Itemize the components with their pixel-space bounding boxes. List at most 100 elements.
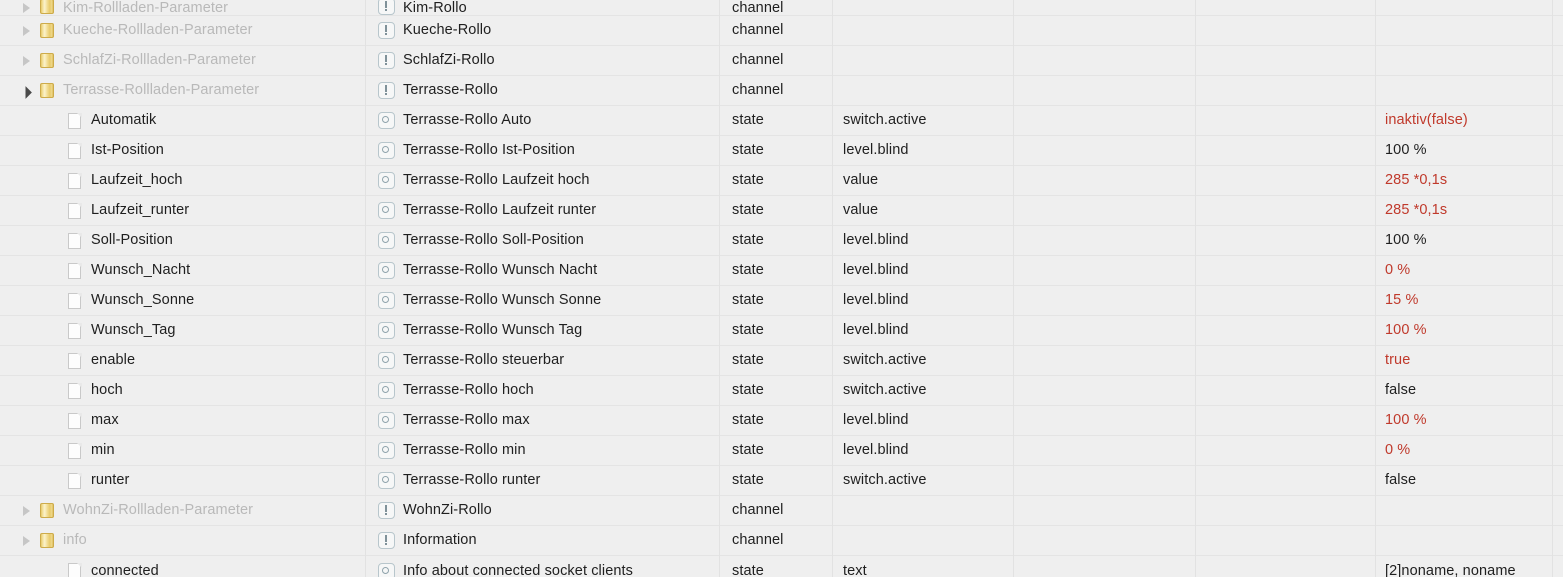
- cell-role: state: [720, 376, 832, 405]
- expand-arrow-collapsed-icon[interactable]: [20, 24, 34, 38]
- cell-description[interactable]: Terrasse-Rollo hoch: [366, 376, 719, 405]
- cell-value[interactable]: 0 %: [1376, 256, 1563, 285]
- cell-name[interactable]: runter: [0, 466, 365, 495]
- cell-value[interactable]: [1376, 16, 1563, 45]
- object-role-label: state: [732, 292, 764, 309]
- cell-name[interactable]: enable: [0, 346, 365, 375]
- table-row[interactable]: info Information channel: [0, 526, 1563, 556]
- cell-value[interactable]: 100 %: [1376, 136, 1563, 165]
- cell-extra-two: [1196, 526, 1375, 555]
- cell-name[interactable]: hoch: [0, 376, 365, 405]
- cell-description[interactable]: SchlafZi-Rollo: [366, 46, 719, 75]
- cell-value[interactable]: true: [1376, 346, 1563, 375]
- expand-arrow-collapsed-icon[interactable]: [20, 1, 34, 15]
- table-row[interactable]: Ist-Position Terrasse-Rollo Ist-Position s…: [0, 136, 1563, 166]
- table-row[interactable]: Kueche-Rollladen-Parameter Kueche-Rollo ch…: [0, 16, 1563, 46]
- folder-icon: [39, 22, 55, 39]
- cell-name[interactable]: WohnZi-Rollladen-Parameter: [0, 496, 365, 525]
- table-row[interactable]: Wunsch_Sonne Terrasse-Rollo Wunsch Sonne s…: [0, 286, 1563, 316]
- expand-arrow-placeholder: [48, 564, 62, 577]
- cell-value[interactable]: 285 *0,1s: [1376, 196, 1563, 225]
- table-row[interactable]: WohnZi-Rollladen-Parameter WohnZi-Rollo ch…: [0, 496, 1563, 526]
- object-type-label: level.blind: [843, 442, 909, 459]
- cell-name[interactable]: Soll-Position: [0, 226, 365, 255]
- expand-arrow-expanded-icon[interactable]: [20, 84, 34, 98]
- object-tree-table[interactable]: Kim-Rollladen-Parameter Kim-Rollo channel K…: [0, 0, 1563, 577]
- cell-name[interactable]: Wunsch_Nacht: [0, 256, 365, 285]
- cell-description[interactable]: Information: [366, 526, 719, 555]
- cell-value[interactable]: inaktiv(false): [1376, 106, 1563, 135]
- cell-name[interactable]: Automatik: [0, 106, 365, 135]
- cell-value[interactable]: 100 %: [1376, 226, 1563, 255]
- cell-description[interactable]: Terrasse-Rollo max: [366, 406, 719, 435]
- cell-extra-two: [1196, 136, 1375, 165]
- cell-name[interactable]: Terrasse-Rollladen-Parameter: [0, 76, 365, 105]
- cell-value[interactable]: 100 %: [1376, 316, 1563, 345]
- table-row[interactable]: Terrasse-Rollladen-Parameter Terrasse-Rol…: [0, 76, 1563, 106]
- cell-description[interactable]: Info about connected socket clients: [366, 556, 719, 577]
- table-row[interactable]: SchlafZi-Rollladen-Parameter SchlafZi-Rol…: [0, 46, 1563, 76]
- cell-value[interactable]: 100 %: [1376, 406, 1563, 435]
- cell-description[interactable]: Kim-Rollo: [366, 0, 719, 15]
- cell-name[interactable]: Laufzeit_hoch: [0, 166, 365, 195]
- cell-description[interactable]: Terrasse-Rollo Ist-Position: [366, 136, 719, 165]
- table-row[interactable]: Kim-Rollladen-Parameter Kim-Rollo channel: [0, 0, 1563, 16]
- cell-name[interactable]: SchlafZi-Rollladen-Parameter: [0, 46, 365, 75]
- cell-description[interactable]: Terrasse-Rollo Laufzeit runter: [366, 196, 719, 225]
- cell-description[interactable]: Kueche-Rollo: [366, 16, 719, 45]
- expand-arrow-collapsed-icon[interactable]: [20, 534, 34, 548]
- object-role-label: state: [732, 412, 764, 429]
- table-row[interactable]: Laufzeit_hoch Terrasse-Rollo Laufzeit hoc…: [0, 166, 1563, 196]
- table-row[interactable]: connected Info about connected socket cli…: [0, 556, 1563, 577]
- cell-description[interactable]: WohnZi-Rollo: [366, 496, 719, 525]
- cell-description[interactable]: Terrasse-Rollo Laufzeit hoch: [366, 166, 719, 195]
- cell-value[interactable]: 0 %: [1376, 436, 1563, 465]
- cell-value[interactable]: [1376, 76, 1563, 105]
- table-row[interactable]: Soll-Position Terrasse-Rollo Soll-Positio…: [0, 226, 1563, 256]
- table-row[interactable]: runter Terrasse-Rollo runter state switch.a…: [0, 466, 1563, 496]
- cell-value[interactable]: [1376, 46, 1563, 75]
- expand-arrow-collapsed-icon[interactable]: [20, 54, 34, 68]
- cell-name[interactable]: Kim-Rollladen-Parameter: [0, 0, 365, 15]
- cell-value[interactable]: false: [1376, 376, 1563, 405]
- cell-value[interactable]: 15 %: [1376, 286, 1563, 315]
- cell-name[interactable]: Laufzeit_runter: [0, 196, 365, 225]
- cell-description[interactable]: Terrasse-Rollo Wunsch Nacht: [366, 256, 719, 285]
- table-row[interactable]: Wunsch_Tag Terrasse-Rollo Wunsch Tag state…: [0, 316, 1563, 346]
- expand-arrow-collapsed-icon[interactable]: [20, 504, 34, 518]
- cell-name[interactable]: Wunsch_Tag: [0, 316, 365, 345]
- document-icon: [67, 292, 83, 310]
- table-row[interactable]: enable Terrasse-Rollo steuerbar state switc…: [0, 346, 1563, 376]
- cell-value[interactable]: [1376, 526, 1563, 555]
- cell-name[interactable]: info: [0, 526, 365, 555]
- state-icon: [378, 322, 395, 339]
- cell-description[interactable]: Terrasse-Rollo steuerbar: [366, 346, 719, 375]
- cell-description[interactable]: Terrasse-Rollo: [366, 76, 719, 105]
- cell-value[interactable]: 285 *0,1s: [1376, 166, 1563, 195]
- table-row[interactable]: max Terrasse-Rollo max state level.blind 100…: [0, 406, 1563, 436]
- cell-description[interactable]: Terrasse-Rollo runter: [366, 466, 719, 495]
- cell-value[interactable]: false: [1376, 466, 1563, 495]
- table-row[interactable]: Laufzeit_runter Terrasse-Rollo Laufzeit r…: [0, 196, 1563, 226]
- cell-value[interactable]: [2]noname, noname: [1376, 556, 1563, 577]
- table-row[interactable]: Wunsch_Nacht Terrasse-Rollo Wunsch Nacht s…: [0, 256, 1563, 286]
- cell-description[interactable]: Terrasse-Rollo Soll-Position: [366, 226, 719, 255]
- cell-description[interactable]: Terrasse-Rollo Auto: [366, 106, 719, 135]
- cell-value[interactable]: [1376, 0, 1563, 15]
- cell-role: channel: [720, 496, 832, 525]
- cell-name[interactable]: max: [0, 406, 365, 435]
- cell-name[interactable]: connected: [0, 556, 365, 577]
- table-row[interactable]: min Terrasse-Rollo min state level.blind 0 %: [0, 436, 1563, 466]
- table-row[interactable]: hoch Terrasse-Rollo hoch state switch.activ…: [0, 376, 1563, 406]
- cell-value[interactable]: [1376, 496, 1563, 525]
- object-type-label: switch.active: [843, 352, 927, 369]
- table-row[interactable]: Automatik Terrasse-Rollo Auto state switch.…: [0, 106, 1563, 136]
- cell-name[interactable]: Ist-Position: [0, 136, 365, 165]
- cell-name[interactable]: Kueche-Rollladen-Parameter: [0, 16, 365, 45]
- cell-description[interactable]: Terrasse-Rollo Wunsch Sonne: [366, 286, 719, 315]
- cell-description[interactable]: Terrasse-Rollo min: [366, 436, 719, 465]
- cell-name[interactable]: Wunsch_Sonne: [0, 286, 365, 315]
- object-description-label: Terrasse-Rollo runter: [403, 472, 541, 489]
- cell-description[interactable]: Terrasse-Rollo Wunsch Tag: [366, 316, 719, 345]
- cell-name[interactable]: min: [0, 436, 365, 465]
